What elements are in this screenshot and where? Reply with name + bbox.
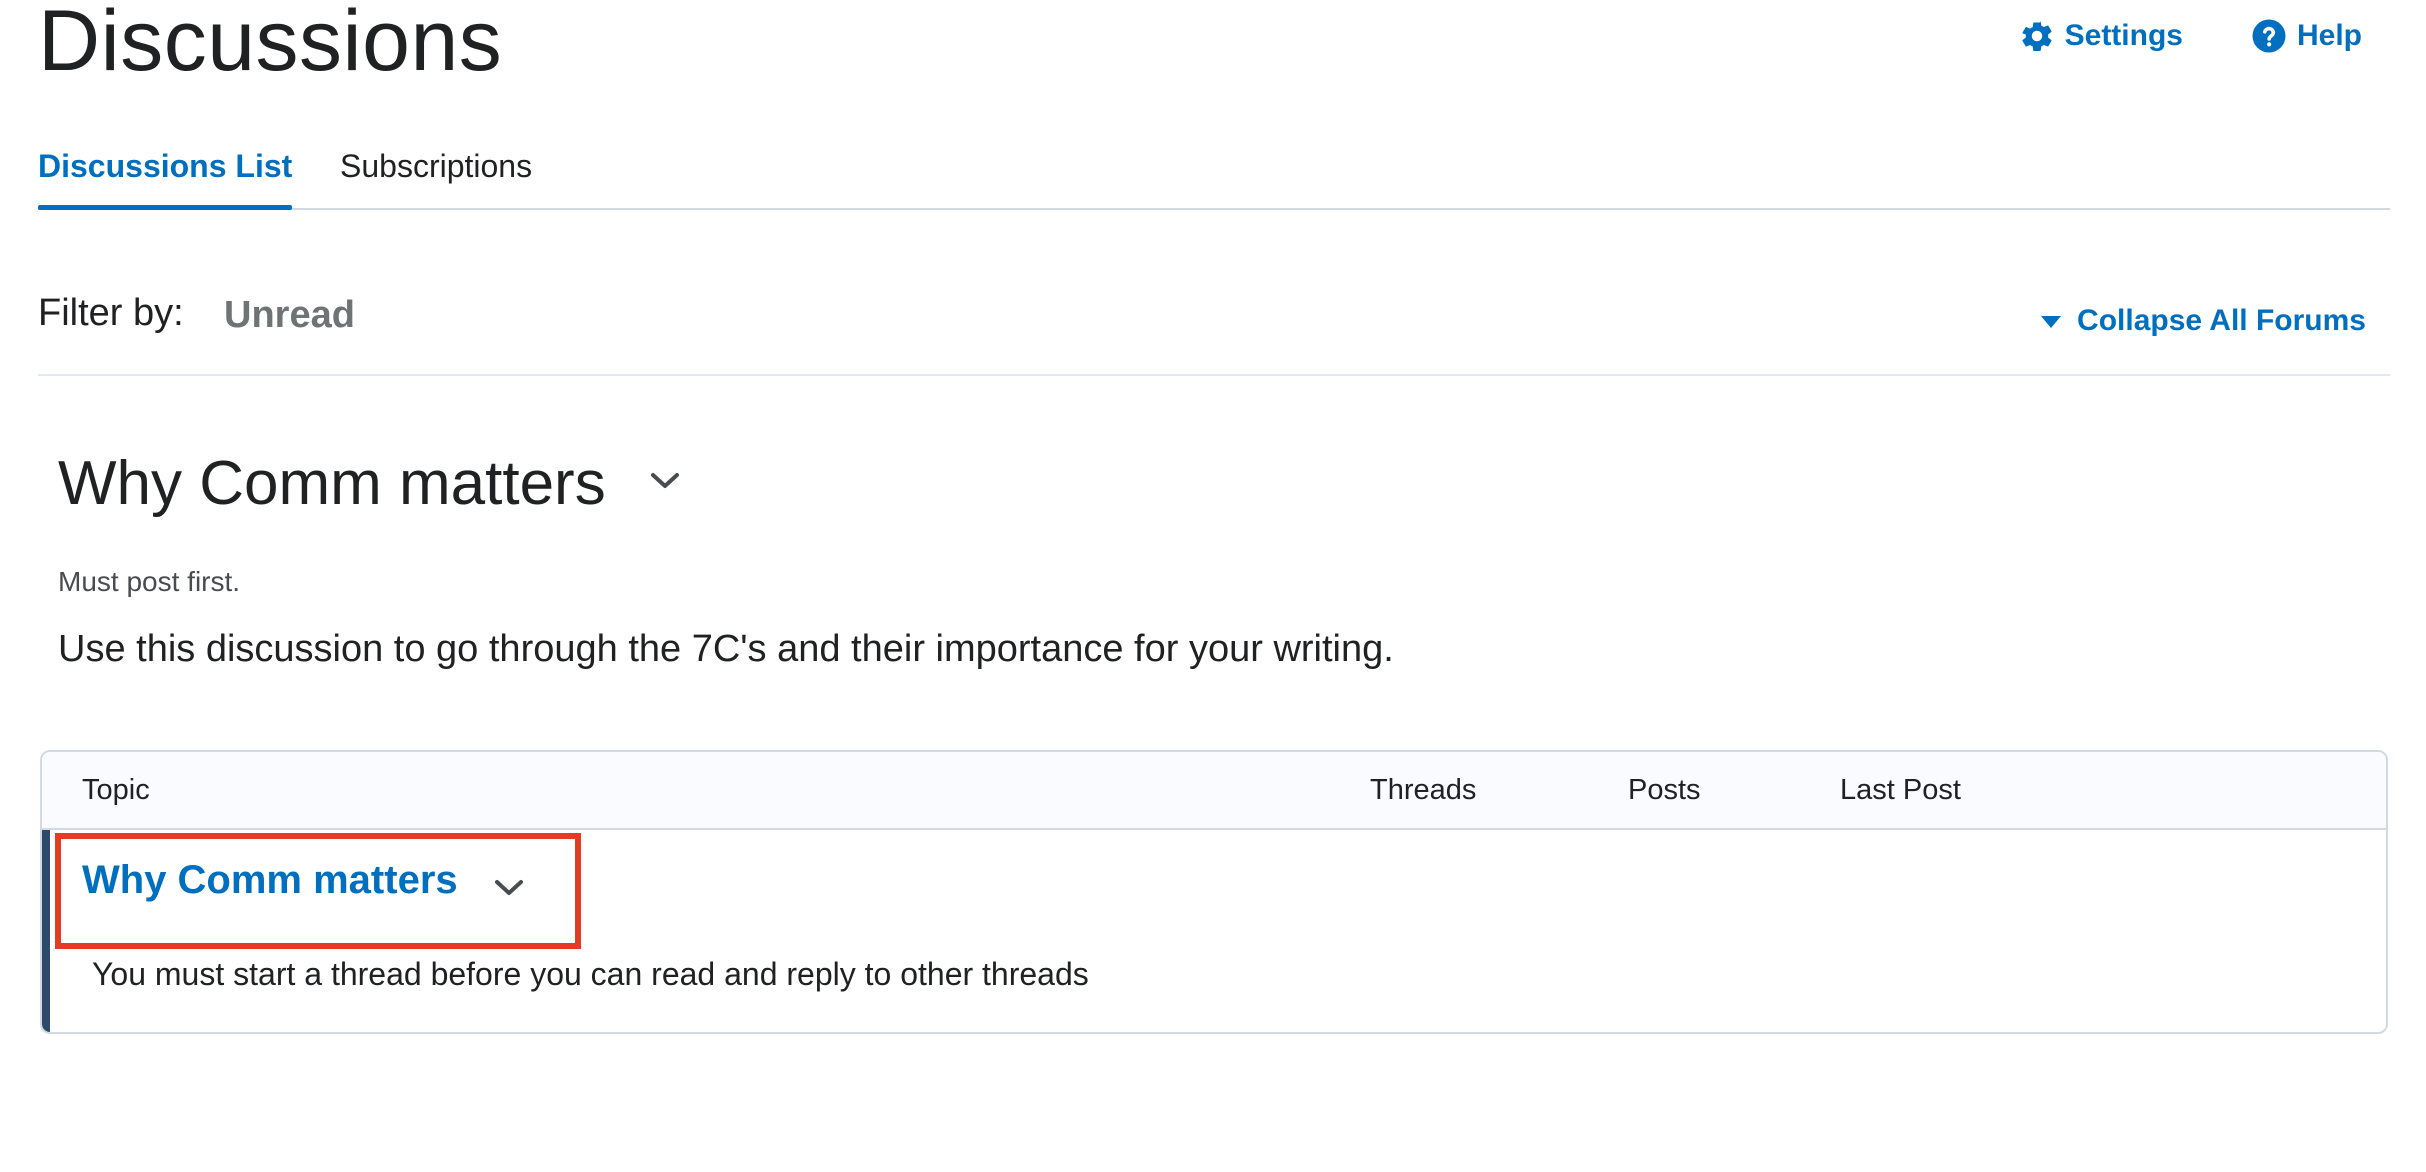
question-circle-icon [2251,18,2287,54]
chevron-down-icon [650,471,680,496]
tab-subscriptions[interactable]: Subscriptions [340,140,532,208]
forum-header: Why Comm matters [58,448,680,519]
chevron-down-icon [494,880,524,902]
forum-title: Why Comm matters [58,449,606,518]
header-actions: Settings Help [2019,18,2362,54]
filter-unread[interactable]: Unread [224,294,355,337]
column-header-topic: Topic [82,774,150,806]
settings-link[interactable]: Settings [2019,18,2183,54]
forum-description: Use this discussion to go through the 7C… [58,628,1394,670]
topic-table: Topic Threads Posts Last Post Why Comm m… [40,750,2388,1034]
collapse-all-forums-button[interactable]: Collapse All Forums [2039,304,2366,338]
forum-restriction-text: Must post first. [58,566,241,597]
help-label: Help [2296,19,2362,52]
filter-label: Filter by: [38,292,184,334]
table-header: Topic Threads Posts Last Post [42,752,2386,830]
settings-label: Settings [2064,19,2183,52]
forum-actions-button[interactable] [650,471,680,496]
page-title: Discussions [38,0,503,89]
tab-bar: Discussions List Subscriptions [38,140,2390,210]
tab-discussions-list[interactable]: Discussions List [38,140,293,210]
help-link[interactable]: Help [2251,18,2362,54]
row-accent-bar [42,830,50,1032]
topic-link[interactable]: Why Comm matters [82,858,458,903]
topic-note: You must start a thread before you can r… [92,956,1089,992]
filter-bar: Filter by: Unread Collapse All Forums [38,282,2390,376]
topic-actions-button[interactable] [494,878,524,903]
column-header-posts: Posts [1628,774,1701,806]
table-row: Why Comm matters You must start a thread… [42,830,2386,1032]
collapse-all-label: Collapse All Forums [2077,304,2366,337]
caret-down-icon [2039,304,2063,338]
column-header-last-post: Last Post [1840,774,1961,806]
gear-icon [2019,18,2055,54]
column-header-threads: Threads [1370,774,1477,806]
